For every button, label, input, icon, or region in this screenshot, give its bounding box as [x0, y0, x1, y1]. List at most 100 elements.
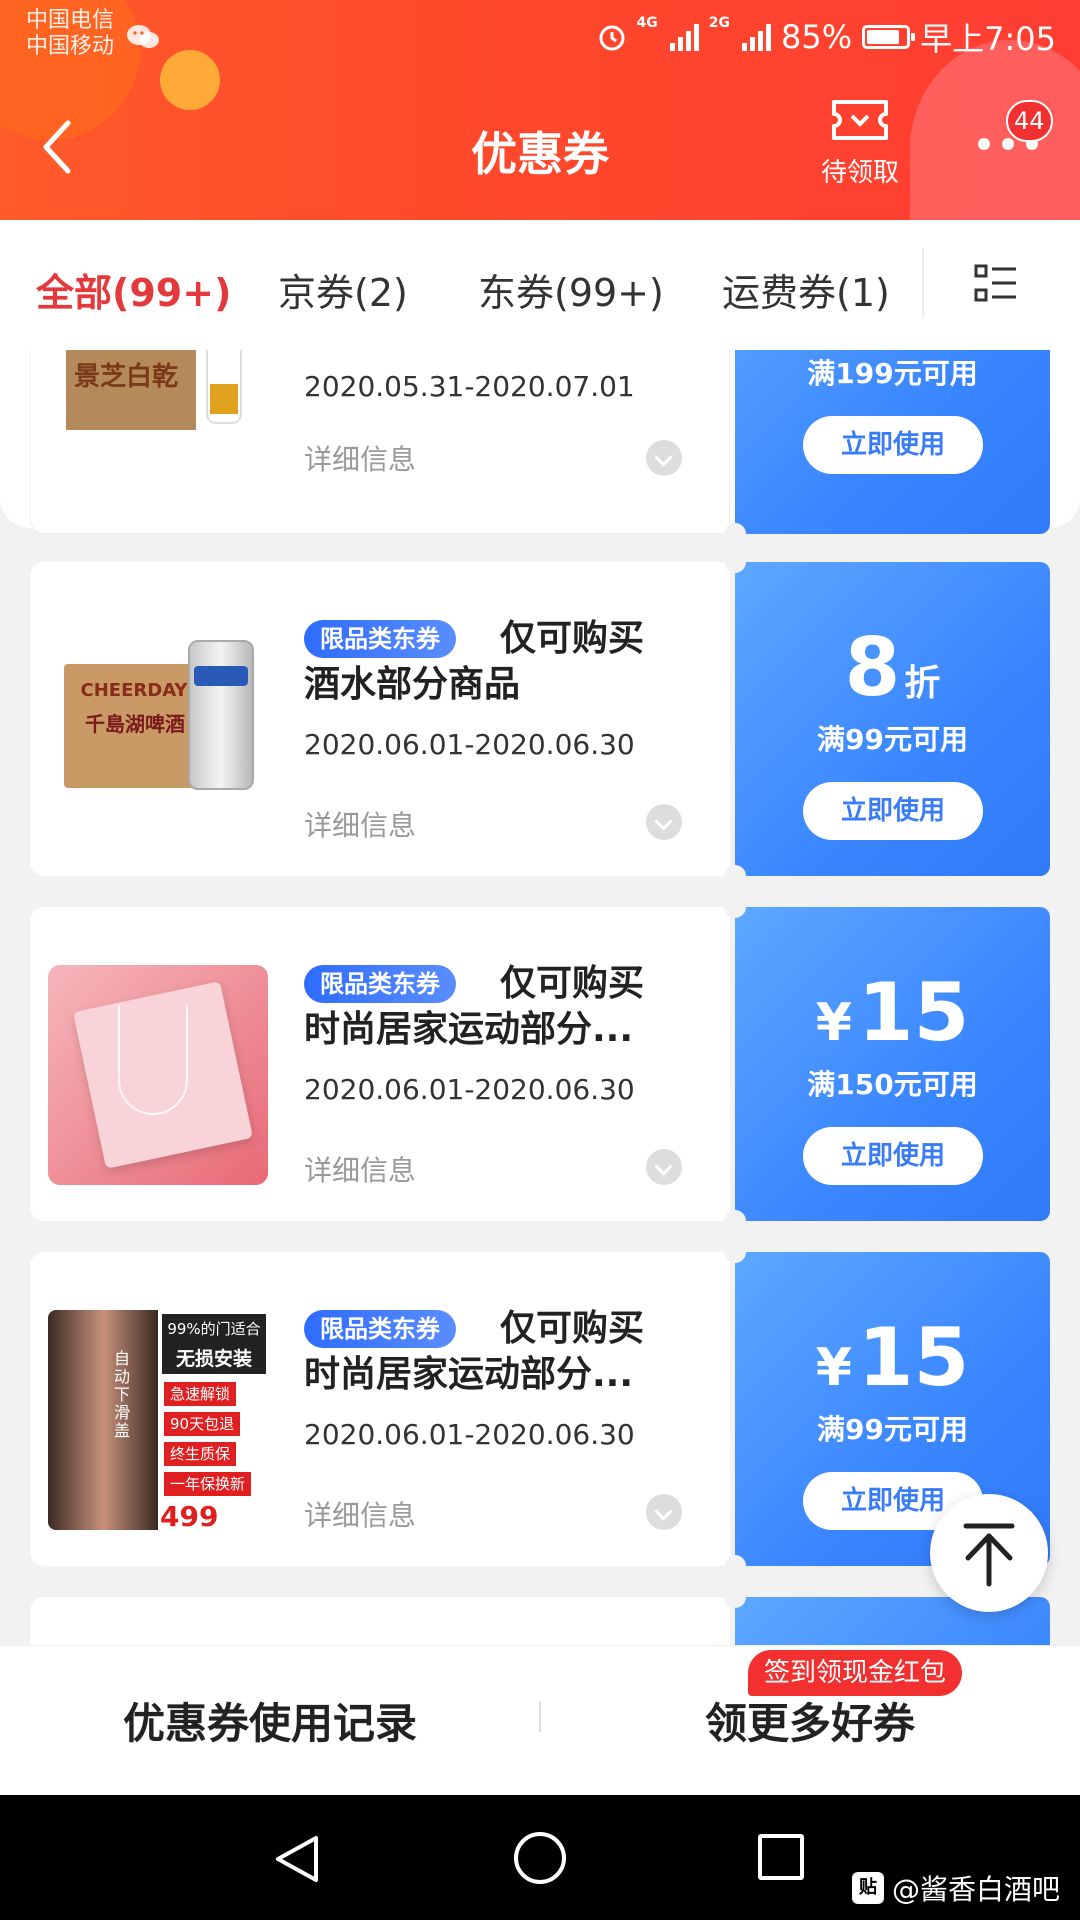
- product-promo-text: 一年保换新: [164, 1472, 252, 1496]
- coupon-condition: 满99元可用: [817, 723, 968, 756]
- coupon-amount: 8折: [735, 628, 1050, 724]
- tab-divider: [922, 248, 924, 318]
- carrier-info: 中国电信 中国移动: [26, 8, 114, 60]
- network-type-2: 2G: [708, 15, 730, 31]
- coupon-condition: 满150元可用: [807, 1068, 978, 1101]
- watermark: 贴 @酱香白酒吧: [852, 1868, 1060, 1908]
- signal-icon: [669, 23, 699, 51]
- card-notch: [724, 896, 746, 918]
- chevron-down-icon[interactable]: [646, 1149, 682, 1185]
- coupon-list[interactable]: 景芝白乾 2020.05.31-2020.07.01 详细信息 满199元可用 …: [0, 350, 1080, 1645]
- amount-value: 8: [844, 621, 901, 714]
- coupon-title: 仅可购买: [500, 963, 645, 1004]
- signal-icon: [742, 23, 771, 51]
- card-notch: [724, 1210, 746, 1232]
- product-promo-text: 终生质保: [164, 1442, 237, 1466]
- alarm-icon: [599, 25, 625, 51]
- card-notch: [724, 865, 746, 887]
- currency-symbol: ¥: [815, 1338, 852, 1398]
- tab-all[interactable]: 全部(99+): [36, 262, 231, 317]
- coupon-date: 2020.06.01-2020.06.30: [304, 1418, 635, 1451]
- watermark-text: @酱香白酒吧: [892, 1873, 1061, 1906]
- coupon-condition: 满199元可用: [807, 357, 978, 390]
- coupon-page: 中国电信 中国移动 4G 2G 85% 早上7:05 优惠券 待领取 44 全部…: [0, 0, 1080, 1920]
- card-notch: [724, 1586, 746, 1608]
- chevron-down-icon[interactable]: [646, 1494, 682, 1530]
- amount-unit: 折: [904, 663, 941, 704]
- chevron-down-icon[interactable]: [646, 440, 682, 476]
- product-thumbnail: 景芝白乾: [66, 350, 266, 430]
- pending-label: 待领取: [820, 158, 899, 188]
- nav-home-icon[interactable]: [514, 1832, 566, 1884]
- use-now-button[interactable]: 立即使用: [803, 1127, 983, 1185]
- use-now-button[interactable]: 立即使用: [803, 416, 983, 474]
- coupon-card-peek[interactable]: [30, 1586, 1050, 1645]
- card-notch: [724, 523, 746, 545]
- coupon-value-panel: 8折 满99元可用 立即使用: [735, 562, 1050, 876]
- amount-value: 15: [857, 966, 970, 1059]
- coupon-date: 2020.06.01-2020.06.30: [304, 1073, 635, 1106]
- nav-recent-apps-icon[interactable]: [758, 1834, 804, 1880]
- product-box-text: 千島湖啤酒: [85, 712, 185, 736]
- coupon-title: 仅可购买: [500, 618, 645, 659]
- coupon-history-button[interactable]: 优惠券使用记录: [0, 1690, 540, 1751]
- network-type-1: 4G: [636, 15, 658, 31]
- coupon-value-panel: 满199元可用 立即使用: [735, 350, 1050, 534]
- detail-link[interactable]: 详细信息: [304, 438, 416, 478]
- tab-shipping-coupon[interactable]: 运费券(1): [722, 262, 890, 317]
- wechat-icon: [127, 25, 159, 48]
- product-thumbnail: CHEERDAY 千島湖啤酒: [48, 620, 268, 840]
- coupon-value-panel: ¥15 满150元可用 立即使用: [735, 907, 1050, 1221]
- coupon-card[interactable]: 限品类东券 仅可购买 时尚居家运动部分... 2020.06.01-2020.0…: [30, 896, 1050, 1232]
- amount-value: 15: [857, 1311, 970, 1404]
- card-notch: [724, 1241, 746, 1263]
- coupon-card[interactable]: 自动下滑盖 99%的门适合 无损安装 急速解锁 90天包退 终生质保 一年保换新…: [30, 1241, 1050, 1577]
- coupon-amount: ¥15: [735, 973, 1050, 1063]
- product-promo-text: 急速解锁: [164, 1382, 237, 1406]
- coupon-condition: 满99元可用: [817, 1413, 968, 1446]
- tieba-logo-icon: 贴: [852, 1872, 884, 1904]
- product-box-text: 景芝白乾: [74, 362, 179, 392]
- detail-link[interactable]: 详细信息: [304, 804, 416, 844]
- chevron-down-icon[interactable]: [646, 804, 682, 840]
- card-notch: [724, 1555, 746, 1577]
- tab-jing-coupon[interactable]: 京券(2): [278, 262, 408, 317]
- header: 中国电信 中国移动 4G 2G 85% 早上7:05 优惠券 待领取: [0, 0, 1080, 220]
- notification-badge: 44: [1006, 100, 1053, 142]
- clock: 早上7:05: [920, 20, 1056, 58]
- coupon-title-line2: 酒水部分商品: [304, 664, 521, 705]
- carrier-name-1: 中国电信: [26, 8, 115, 33]
- status-icons: 4G 2G 85% 早上7:05: [597, 16, 1056, 58]
- coupon-amount: ¥15: [735, 1318, 1050, 1408]
- arrow-up-icon: [963, 1523, 1015, 1587]
- battery-percent: 85%: [781, 18, 853, 56]
- coupon-title-line2: 时尚居家运动部分...: [304, 1009, 634, 1050]
- product-promo-text: 99%的门适合: [162, 1314, 266, 1344]
- page-title: 优惠券: [471, 127, 609, 181]
- back-to-top-button[interactable]: [930, 1494, 1048, 1612]
- coupon-card[interactable]: CHEERDAY 千島湖啤酒 限品类东券 仅可购买 酒水部分商品 2020.06…: [30, 551, 1050, 887]
- product-brand: CHEERDAY: [80, 680, 188, 701]
- nav-back-icon[interactable]: [272, 1834, 322, 1884]
- detail-link[interactable]: 详细信息: [304, 1494, 416, 1534]
- product-price: 499: [160, 1500, 219, 1530]
- list-view-icon[interactable]: [974, 264, 1018, 304]
- product-thumbnail: [48, 965, 268, 1185]
- tab-dong-coupon[interactable]: 东券(99+): [478, 262, 664, 317]
- carrier-name-2: 中国移动: [26, 34, 115, 59]
- use-now-button[interactable]: 立即使用: [803, 782, 983, 840]
- product-thumbnail: 自动下滑盖 99%的门适合 无损安装 急速解锁 90天包退 终生质保 一年保换新…: [48, 1310, 268, 1530]
- product-promo-text: 无损安装: [162, 1344, 266, 1374]
- ticket-icon: [832, 100, 888, 140]
- battery-icon: [862, 25, 916, 49]
- get-more-coupons-button[interactable]: 领更多好券: [540, 1690, 1080, 1751]
- coupon-title-line2: 时尚居家运动部分...: [304, 1354, 634, 1395]
- coupon-card-partial[interactable]: 景芝白乾 2020.05.31-2020.07.01 详细信息 满199元可用 …: [30, 350, 1050, 545]
- pending-coupons-button[interactable]: 待领取: [810, 96, 910, 189]
- promo-badge[interactable]: 签到领现金红包: [748, 1650, 963, 1696]
- product-promo-text: 90天包退: [164, 1412, 241, 1436]
- product-side-text: 自动下滑盖: [114, 1349, 131, 1440]
- status-bar: 中国电信 中国移动 4G 2G 85% 早上7:05: [0, 0, 1080, 74]
- coupon-date: 2020.05.31-2020.07.01: [304, 370, 635, 403]
- detail-link[interactable]: 详细信息: [304, 1149, 416, 1189]
